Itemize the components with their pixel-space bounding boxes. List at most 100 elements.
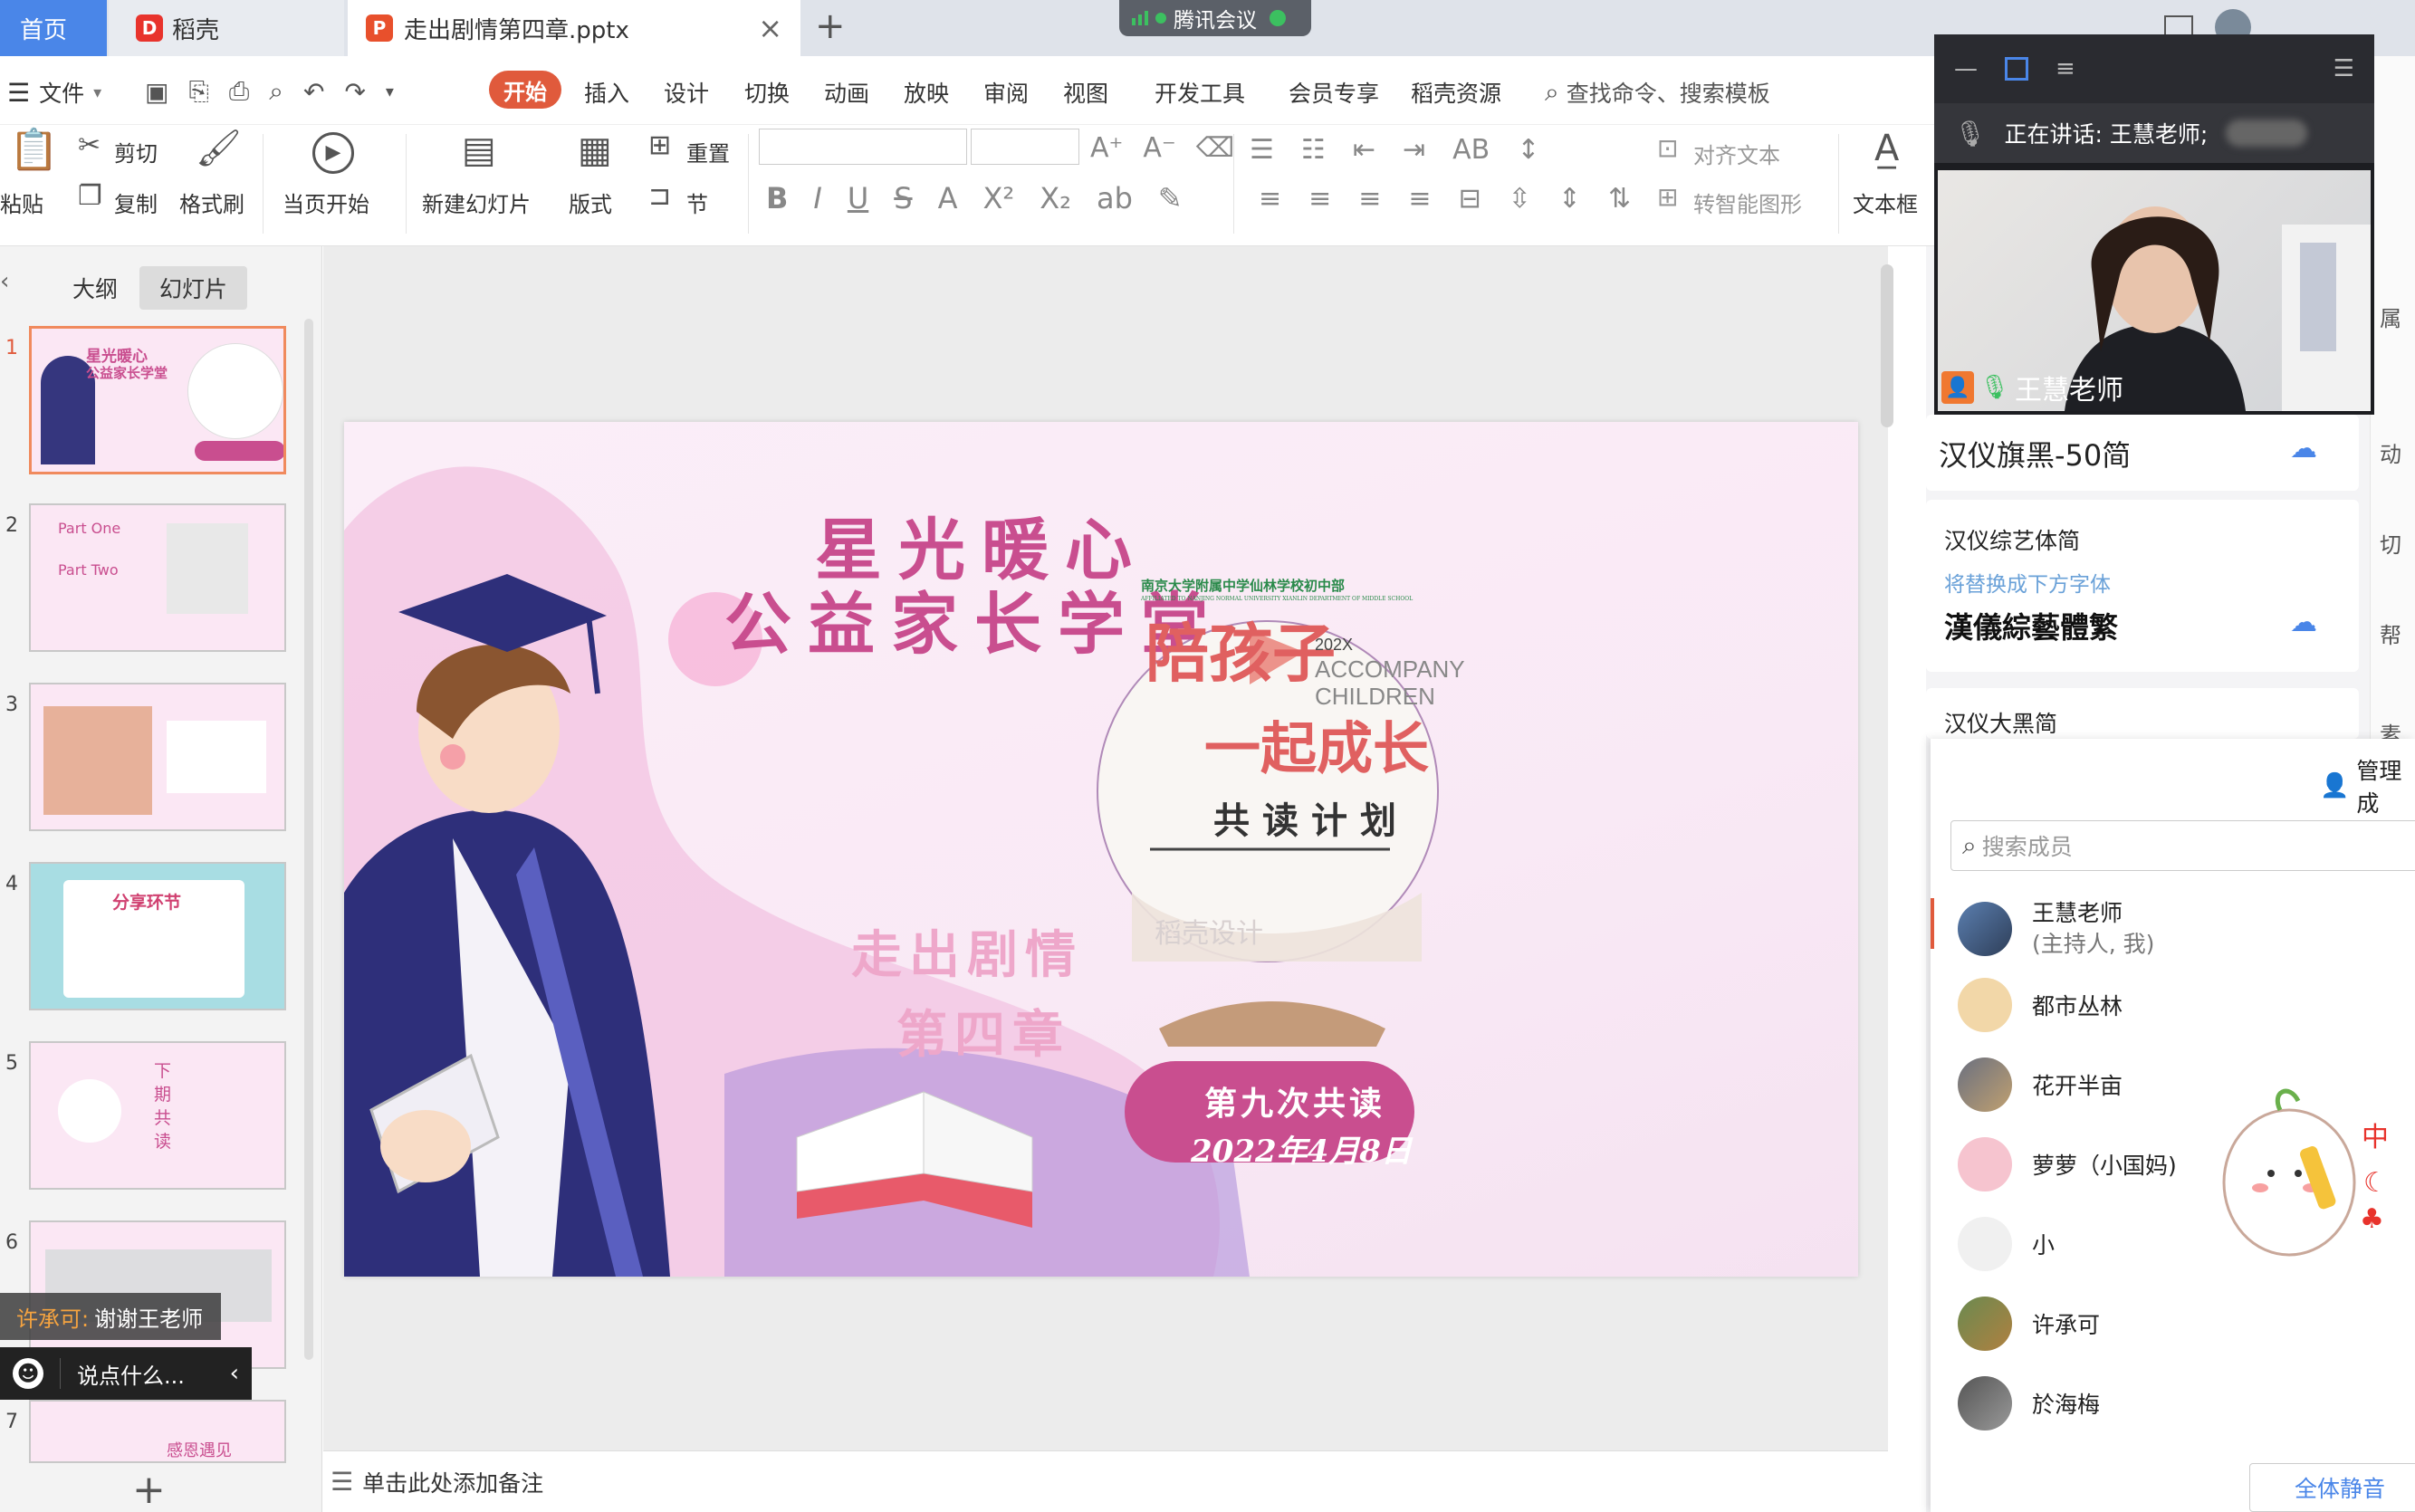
tencent-meeting-indicator[interactable]: 腾讯会议: [1119, 0, 1311, 36]
align-text-icon[interactable]: ⊡: [1657, 136, 1678, 161]
format-painter-button[interactable]: 格式刷: [179, 187, 244, 218]
canvas-vertical-scrollbar[interactable]: [1881, 264, 1893, 427]
bullet-list-icon[interactable]: ☰: [1250, 134, 1274, 166]
layout-button[interactable]: 版式: [569, 187, 612, 218]
subscript-icon[interactable]: X₂: [1040, 181, 1071, 215]
line-spacing-icon[interactable]: ↕: [1517, 134, 1539, 166]
strikethrough-icon[interactable]: S: [894, 181, 912, 215]
paste-button[interactable]: 粘贴: [0, 187, 43, 218]
print-icon[interactable]: ⎙: [229, 76, 249, 107]
minimize-icon[interactable]: —: [1954, 55, 1978, 82]
menu-member[interactable]: 会员专享: [1289, 76, 1379, 109]
sidebar-help[interactable]: 帮: [2380, 617, 2401, 649]
scissors-icon[interactable]: ✂: [78, 132, 101, 159]
paragraph-spacing-icon[interactable]: ⇳: [1509, 183, 1531, 215]
copy-icon[interactable]: ❐: [78, 183, 102, 210]
add-slide-button[interactable]: +: [132, 1467, 166, 1512]
phonetic-icon[interactable]: ab: [1097, 181, 1133, 215]
print-preview-icon[interactable]: ⌕: [269, 76, 283, 107]
redo-icon[interactable]: ↷: [344, 77, 365, 107]
customize-icon[interactable]: ▾: [386, 82, 394, 101]
member-item[interactable]: 花开半亩: [1958, 1057, 2123, 1112]
menu-daoke-resources[interactable]: 稻壳资源: [1411, 76, 1501, 109]
new-slide-icon[interactable]: ▤: [462, 132, 496, 168]
align-center-icon[interactable]: ≡: [1308, 183, 1331, 215]
slide-thumbnail-2[interactable]: Part One Part Two: [29, 503, 286, 652]
numbered-list-icon[interactable]: ☷: [1301, 134, 1326, 166]
font-card-qihei[interactable]: 汉仪旗黑-50简 ☁: [1926, 415, 2359, 491]
menu-design[interactable]: 设计: [664, 76, 709, 109]
decrease-indent-icon[interactable]: ⇤: [1353, 134, 1375, 166]
align-text-button[interactable]: 对齐文本: [1693, 138, 1780, 169]
format-painter-icon[interactable]: 🖌: [196, 130, 242, 167]
undo-icon[interactable]: ↶: [303, 77, 324, 107]
tab-daoke[interactable]: D 稻壳: [109, 0, 344, 56]
align-left-icon[interactable]: ≡: [1259, 183, 1281, 215]
member-item[interactable]: 於海梅: [1958, 1376, 2100, 1431]
decrease-font-icon[interactable]: A⁻: [1143, 132, 1175, 164]
new-tab-button[interactable]: +: [815, 5, 846, 47]
menu-developer[interactable]: 开发工具: [1155, 76, 1245, 109]
member-item[interactable]: 萝萝（小国妈): [1958, 1137, 2177, 1191]
list-view-icon[interactable]: ≡: [2056, 55, 2075, 82]
align-right-icon[interactable]: ≡: [1358, 183, 1381, 215]
reset-icon[interactable]: ⊞: [648, 132, 671, 159]
notes-area[interactable]: ☰ 单击此处添加备注: [323, 1450, 1888, 1512]
smart-shape-button[interactable]: 转智能图形: [1693, 187, 1802, 218]
save-icon[interactable]: ▣: [145, 77, 168, 107]
slide-thumbnail-3[interactable]: [29, 683, 286, 831]
font-size-select[interactable]: [971, 129, 1079, 165]
font-card-zongyi[interactable]: 汉仪综艺体简 将替换成下方字体 漢儀綜藝體繁 ☁: [1926, 500, 2359, 672]
cut-button[interactable]: 剪切: [114, 136, 158, 167]
menu-view[interactable]: 视图: [1063, 76, 1108, 109]
sidebar-animation[interactable]: 动: [2380, 436, 2401, 468]
gallery-view-icon[interactable]: [2005, 57, 2028, 81]
vertical-spacing-icon[interactable]: ⇕: [1558, 183, 1581, 215]
section-button[interactable]: 节: [686, 187, 708, 218]
sidebar-property[interactable]: 属: [2380, 301, 2401, 332]
section-icon[interactable]: ⊐: [648, 183, 671, 210]
member-item[interactable]: 都市丛林: [1958, 978, 2123, 1032]
reset-button[interactable]: 重置: [686, 136, 730, 167]
close-tab-icon[interactable]: ×: [758, 11, 782, 45]
file-menu[interactable]: ☰ 文件 ▾: [7, 76, 101, 109]
paste-icon[interactable]: 📋: [9, 130, 59, 170]
thumbnail-scrollbar[interactable]: [304, 319, 313, 1360]
clear-format-icon[interactable]: ⌫: [1196, 132, 1234, 164]
cloud-download-icon[interactable]: ☁: [2290, 433, 2317, 464]
textbox-icon[interactable]: A̲: [1874, 130, 1899, 167]
menu-insert[interactable]: 插入: [584, 76, 629, 109]
slide-thumbnail-7[interactable]: 感恩遇见: [29, 1400, 286, 1463]
member-search-input[interactable]: ⌕ 搜索成员: [1950, 820, 2415, 871]
tab-slides[interactable]: 幻灯片: [139, 266, 248, 310]
tab-outline[interactable]: 大纲: [72, 272, 118, 304]
slide-thumbnail-1[interactable]: 星光暖心 公益家长学堂: [29, 326, 286, 474]
slide-thumbnail-5[interactable]: 下期共读: [29, 1041, 286, 1190]
menu-start[interactable]: 开始: [489, 71, 561, 109]
export-icon[interactable]: ⎘: [188, 76, 208, 107]
cloud-download-icon[interactable]: ☁: [2290, 607, 2317, 638]
menu-animation[interactable]: 动画: [824, 76, 869, 109]
slide-thumbnail-4[interactable]: 分享环节: [29, 862, 286, 1010]
smart-shape-icon[interactable]: ⊞: [1657, 185, 1678, 210]
meeting-video-window[interactable]: — ≡ ☰ 🎙 正在讲话: 王慧老师; 👤 🎙 王慧老师: [1934, 34, 2374, 415]
play-icon[interactable]: ▶: [312, 132, 354, 174]
underline-icon[interactable]: U: [848, 181, 868, 215]
member-item[interactable]: 王慧老师 (主持人, 我): [1958, 898, 2154, 960]
italic-icon[interactable]: I: [813, 181, 821, 215]
increase-font-icon[interactable]: A⁺: [1090, 132, 1123, 164]
collapse-chat-icon[interactable]: ‹: [230, 1360, 239, 1387]
tab-home[interactable]: 首页: [0, 0, 107, 56]
play-current-button[interactable]: 当页开始: [283, 187, 369, 218]
bold-icon[interactable]: B: [766, 181, 788, 215]
menu-slideshow[interactable]: 放映: [904, 76, 949, 109]
sidebar-transition[interactable]: 切: [2380, 527, 2401, 559]
justify-icon[interactable]: ≡: [1408, 183, 1431, 215]
font-card-dahei[interactable]: 汉仪大黑简: [1926, 688, 2359, 739]
superscript-icon[interactable]: X²: [982, 181, 1014, 215]
current-slide[interactable]: 星光暖心 公益家长学堂 走出剧情 第四章 南京大学附属中学仙林学校初中部 AFF…: [344, 422, 1858, 1277]
menu-transition[interactable]: 切换: [744, 76, 790, 109]
collapse-pane-icon[interactable]: ‹: [0, 268, 9, 295]
font-family-select[interactable]: [759, 129, 967, 165]
command-search[interactable]: ⌕ 查找命令、搜索模板: [1545, 76, 1770, 109]
